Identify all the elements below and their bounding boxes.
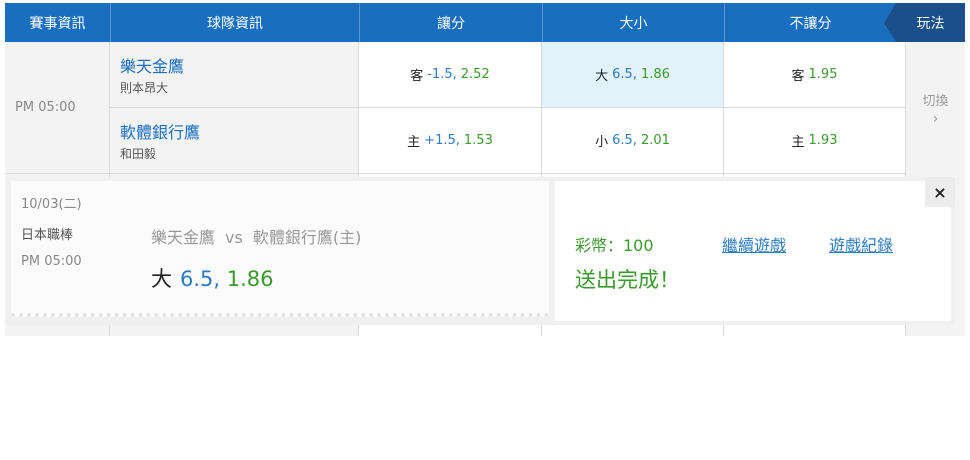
odds-line: 6.5 (612, 67, 633, 82)
game-history-link[interactable]: 遊戲紀錄 (829, 232, 893, 256)
away-team-name[interactable]: 樂天金鷹 (120, 53, 358, 77)
odds-home-handicap[interactable]: 主 +1.5, 1.53 (359, 108, 542, 174)
ticket-away-team: 樂天金鷹 (151, 228, 216, 247)
odds-price: 2.52 (460, 67, 490, 82)
pick-line: 6.5 (180, 267, 214, 291)
chevron-right-icon: › (932, 110, 939, 127)
odds-home-moneyline[interactable]: 主 1.93 (724, 108, 906, 174)
ticket-home-team: 軟體銀行鷹(主) (252, 228, 362, 247)
header-moneyline: 不讓分 (724, 3, 896, 42)
continue-game-link[interactable]: 繼續遊戲 (722, 232, 786, 256)
header-event-info: 賽事資訊 (5, 3, 110, 42)
away-team-cell: 樂天金鷹 則本昂大 (110, 42, 359, 108)
switch-label: 切換 (922, 93, 949, 109)
pick-separator: , (213, 267, 227, 291)
stake-amount: 彩幣：100 (575, 236, 654, 255)
play-type-tab[interactable]: 玩法 (884, 3, 965, 42)
close-icon[interactable]: × (925, 177, 955, 207)
odds-line: +1.5 (424, 133, 456, 148)
header-team-info: 球隊資訊 (110, 3, 359, 42)
odds-separator: , (632, 133, 637, 148)
ticket-time: PM 05:00 (21, 254, 82, 269)
bet-result: 彩幣：100 送出完成！ 繼續遊戲 遊戲紀錄 (555, 181, 951, 321)
odds-label: 大 (595, 69, 609, 84)
submit-success-message: 送出完成！ (575, 268, 680, 292)
ticket-vs: vs (225, 228, 243, 247)
odds-label: 主 (407, 135, 421, 150)
odds-separator: , (632, 67, 637, 82)
odds-label: 客 (410, 69, 424, 84)
away-pitcher: 則本昂大 (120, 81, 169, 95)
odds-line: -1.5 (427, 67, 453, 82)
match-time: PM 05:00 (5, 42, 110, 174)
ticket-pick: 大 6.5, 1.86 (151, 263, 274, 293)
ticket-date: 10/03(二) (21, 197, 82, 212)
ticket-league: 日本職棒 (21, 228, 74, 243)
odds-over[interactable]: 大 6.5, 1.86 (542, 42, 724, 108)
odds-away-handicap[interactable]: 客 -1.5, 2.52 (359, 42, 542, 108)
header-over-under: 大小 (542, 3, 724, 42)
odds-price: 1.93 (808, 133, 838, 148)
ticket-matchup: 樂天金鷹 vs 軟體銀行鷹(主) (151, 224, 361, 248)
home-pitcher: 和田毅 (120, 147, 157, 161)
header-handicap: 讓分 (359, 3, 542, 42)
pick-label: 大 (151, 267, 172, 291)
odds-away-moneyline[interactable]: 客 1.95 (724, 42, 906, 108)
odds-label: 客 (791, 69, 805, 84)
bet-ticket: 10/03(二) 日本職棒 PM 05:00 樂天金鷹 vs 軟體銀行鷹(主) 大6… (11, 181, 549, 317)
home-team-name[interactable]: 軟體銀行鷹 (120, 119, 358, 143)
pick-price: 1.86 (226, 267, 274, 291)
odds-label: 小 (595, 135, 609, 150)
odds-price: 1.95 (808, 67, 838, 82)
odds-price: 1.53 (463, 133, 493, 148)
bet-confirmation-panel: 10/03(二) 日本職棒 PM 05:00 樂天金鷹 vs 軟體銀行鷹(主) 大6… (5, 177, 955, 325)
odds-label: 主 (791, 135, 805, 150)
switch-button[interactable]: 切換 › (906, 42, 965, 175)
home-team-cell: 軟體銀行鷹 和田毅 (110, 108, 359, 174)
odds-price: 2.01 (640, 133, 670, 148)
odds-separator: , (452, 67, 457, 82)
odds-under[interactable]: 小 6.5, 2.01 (542, 108, 724, 174)
odds-separator: , (455, 133, 460, 148)
odds-line: 6.5 (612, 133, 633, 148)
odds-price: 1.86 (640, 67, 670, 82)
